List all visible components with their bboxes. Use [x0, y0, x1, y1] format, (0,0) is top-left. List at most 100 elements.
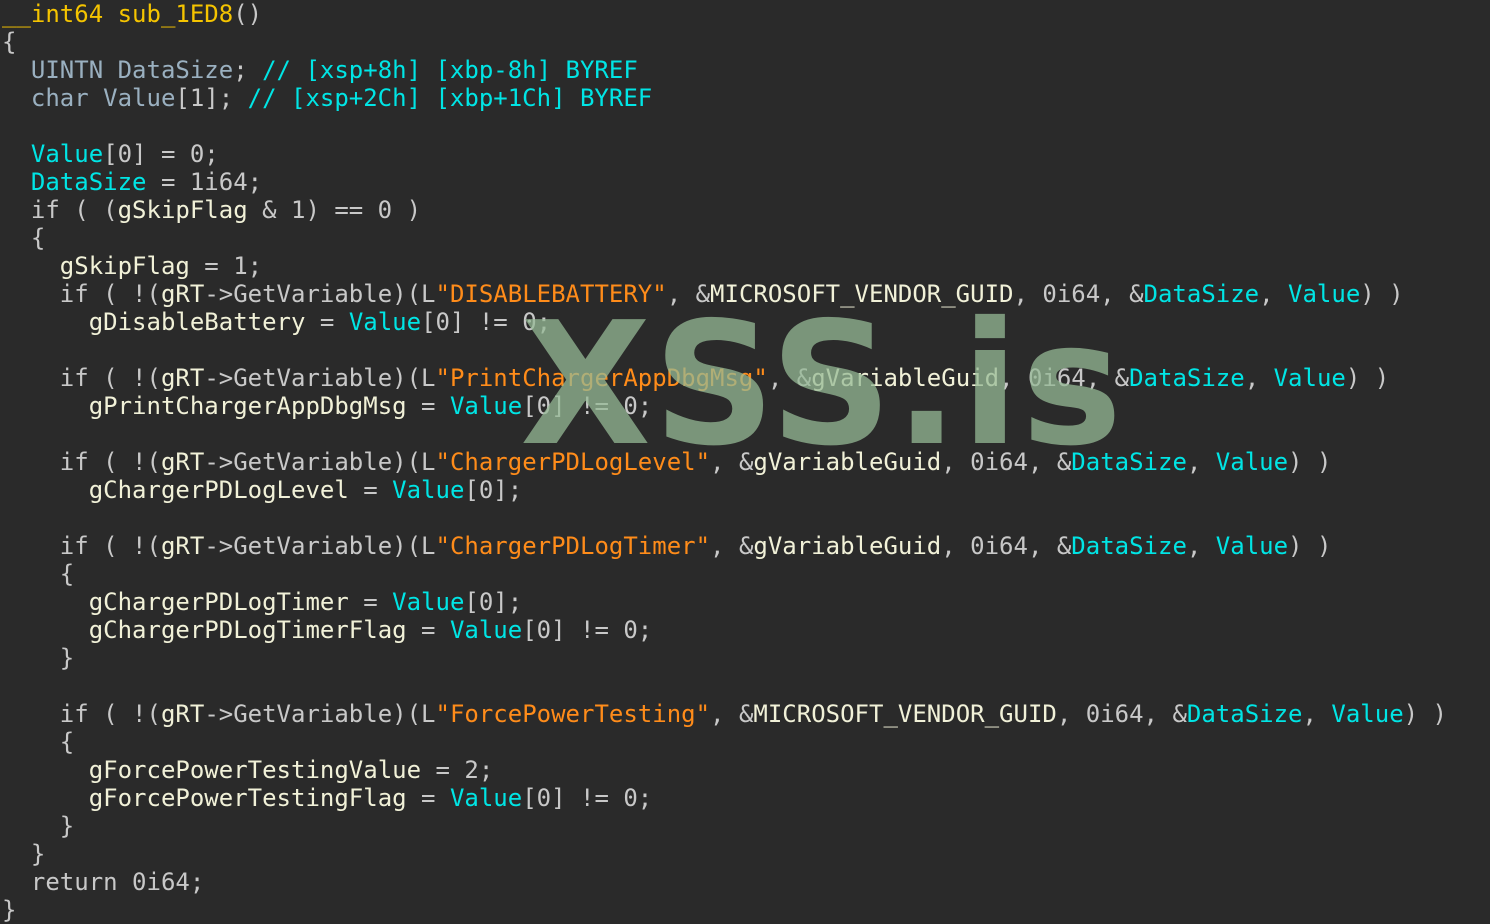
code-text: { [2, 728, 75, 756]
code-text: [0] != 0; [421, 308, 552, 336]
global-token[interactable]: gRT [161, 280, 204, 308]
code-line[interactable]: DataSize = 1i64; [2, 168, 1447, 196]
code-line[interactable] [2, 112, 1447, 140]
variable-token[interactable]: DataSize [1144, 280, 1260, 308]
code-line[interactable] [2, 420, 1447, 448]
global-token[interactable]: gRT [161, 700, 204, 728]
global-token[interactable]: gSkipFlag [60, 252, 190, 280]
variable-token[interactable]: Value [450, 784, 522, 812]
global-token[interactable]: gVariableGuid [753, 532, 941, 560]
global-token[interactable]: gForcePowerTestingValue [89, 756, 421, 784]
global-token[interactable]: gVariableGuid [753, 448, 941, 476]
code-text: if ( !( [2, 448, 161, 476]
code-line[interactable]: gChargerPDLogTimerFlag = Value[0] != 0; [2, 616, 1447, 644]
code-text: , & [710, 448, 754, 476]
code-text: , & [710, 532, 754, 560]
code-line[interactable]: } [2, 644, 1447, 672]
code-text: , 0i64, & [1056, 700, 1187, 728]
code-text: if ( !( [2, 700, 161, 728]
variable-token[interactable]: Value [31, 140, 103, 168]
variable-token[interactable]: Value [450, 392, 522, 420]
code-text: ->GetVariable)(L [204, 448, 436, 476]
code-text: } [2, 644, 75, 672]
code-line[interactable]: gDisableBattery = Value[0] != 0; [2, 308, 1447, 336]
variable-token[interactable]: DataSize [1187, 700, 1303, 728]
code-line[interactable] [2, 672, 1447, 700]
code-text: [0] != 0; [522, 616, 653, 644]
variable-token[interactable]: DataSize [1071, 448, 1187, 476]
variable-token[interactable]: Value [1288, 280, 1360, 308]
code-line[interactable]: if ( !(gRT->GetVariable)(L"DISABLEBATTER… [2, 280, 1447, 308]
code-line[interactable]: return 0i64; [2, 868, 1447, 896]
code-text: = [348, 476, 393, 504]
global-token[interactable]: gRT [161, 532, 204, 560]
variable-token[interactable]: Value [1274, 364, 1346, 392]
variable-token[interactable]: Value [392, 476, 464, 504]
code-text: if ( ( [2, 196, 118, 224]
code-text: , 0i64, & [941, 532, 1072, 560]
code-line[interactable]: if ( (gSkipFlag & 1) == 0 ) [2, 196, 1447, 224]
code-text: [0] != 0; [522, 784, 653, 812]
code-line[interactable]: __int64 sub_1ED8() [2, 0, 1447, 28]
global-token[interactable]: gDisableBattery [89, 308, 306, 336]
global-token[interactable]: gForcePowerTestingFlag [89, 784, 407, 812]
code-text: = 1; [189, 252, 263, 280]
code-line[interactable]: if ( !(gRT->GetVariable)(L"PrintChargerA… [2, 364, 1447, 392]
global-token[interactable]: MICROSOFT_VENDOR_GUID [753, 700, 1056, 728]
global-token[interactable]: gRT [161, 448, 204, 476]
code-line[interactable]: { [2, 560, 1447, 588]
string-literal: "PrintChargerAppDbgMsg" [435, 364, 768, 392]
global-token[interactable]: gVariableGuid [811, 364, 999, 392]
code-line[interactable]: gPrintChargerAppDbgMsg = Value[0] != 0; [2, 392, 1447, 420]
variable-token[interactable]: Value [392, 588, 464, 616]
variable-token[interactable]: DataSize [31, 168, 147, 196]
variable-token[interactable]: Value [1216, 532, 1288, 560]
global-token[interactable]: MICROSOFT_VENDOR_GUID [710, 280, 1013, 308]
code-line[interactable]: } [2, 812, 1447, 840]
code-line[interactable]: { [2, 728, 1447, 756]
global-token[interactable]: gSkipFlag [118, 196, 248, 224]
code-line[interactable]: if ( !(gRT->GetVariable)(L"ChargerPDLogT… [2, 532, 1447, 560]
global-token[interactable]: gPrintChargerAppDbgMsg [89, 392, 407, 420]
string-literal: "ChargerPDLogLevel" [435, 448, 711, 476]
code-line[interactable]: gForcePowerTestingValue = 2; [2, 756, 1447, 784]
variable-token[interactable]: Value [349, 308, 421, 336]
code-line[interactable] [2, 504, 1447, 532]
code-line[interactable]: char Value[1]; // [xsp+2Ch] [xbp+1Ch] BY… [2, 84, 1447, 112]
code-line[interactable]: } [2, 840, 1447, 868]
variable-token[interactable]: DataSize [1071, 532, 1187, 560]
code-line[interactable]: gForcePowerTestingFlag = Value[0] != 0; [2, 784, 1447, 812]
code-text: ) ) [1345, 364, 1390, 392]
variable-token[interactable]: DataSize [1129, 364, 1245, 392]
variable-token[interactable]: Value [1216, 448, 1288, 476]
variable-token[interactable]: Value [1331, 700, 1403, 728]
code-text: , & [710, 700, 754, 728]
global-token[interactable]: gChargerPDLogTimer [89, 588, 349, 616]
code-text: { [2, 560, 75, 588]
code-text: ) ) [1288, 448, 1332, 476]
code-line[interactable]: if ( !(gRT->GetVariable)(L"ForcePowerTes… [2, 700, 1447, 728]
code-line[interactable]: { [2, 224, 1447, 252]
code-line[interactable]: { [2, 28, 1447, 56]
code-listing[interactable]: __int64 sub_1ED8(){ UINTN DataSize; // [… [2, 0, 1447, 924]
global-token[interactable]: gRT [161, 364, 204, 392]
code-line[interactable]: gChargerPDLogTimer = Value[0]; [2, 588, 1447, 616]
code-line[interactable]: } [2, 896, 1447, 924]
variable-token[interactable]: Value [450, 616, 522, 644]
global-token[interactable]: gChargerPDLogLevel [89, 476, 349, 504]
code-line[interactable]: UINTN DataSize; // [xsp+8h] [xbp-8h] BYR… [2, 56, 1447, 84]
code-text: [0] = 0; [103, 140, 219, 168]
code-line[interactable] [2, 336, 1447, 364]
code-text: () [233, 0, 263, 28]
decompiler-code-view[interactable]: __int64 sub_1ED8(){ UINTN DataSize; // [… [0, 0, 1490, 924]
function-signature[interactable]: __int64 sub_1ED8 [2, 0, 233, 28]
code-line[interactable]: gChargerPDLogLevel = Value[0]; [2, 476, 1447, 504]
code-line[interactable]: if ( !(gRT->GetVariable)(L"ChargerPDLogL… [2, 448, 1447, 476]
code-text: = [406, 784, 450, 812]
global-token[interactable]: gChargerPDLogTimerFlag [89, 616, 407, 644]
code-line[interactable]: Value[0] = 0; [2, 140, 1447, 168]
code-line[interactable]: gSkipFlag = 1; [2, 252, 1447, 280]
